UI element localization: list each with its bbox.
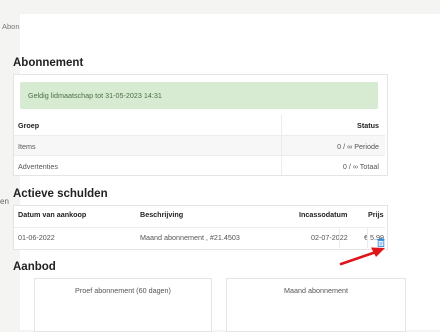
debt-row: 01-06-2022 Maand abonnement , #21.4503 0… — [14, 227, 385, 248]
subscription-table-header: Groep Status — [14, 115, 385, 135]
group-column-header: Groep — [18, 120, 40, 130]
subscription-row-status: 0 / ∞ Totaal — [342, 161, 379, 171]
description-header: Beschrijving — [140, 210, 184, 219]
red-arrow-annotation — [338, 244, 388, 273]
subscription-row: Items 0 / ∞ Periode — [14, 135, 385, 156]
plan-label: Maand abonnement — [284, 286, 348, 295]
trash-icon[interactable] — [377, 234, 385, 248]
subscription-row: Advertenties 0 / ∞ Totaal — [14, 155, 385, 176]
subscription-heading: Abonnement — [13, 57, 84, 69]
purchase-date-header: Datum van aankoop — [18, 210, 87, 219]
membership-alert: Geldig lidmaatschap tot 31-05-2023 14:31 — [20, 82, 378, 109]
status-column-header: Status — [357, 120, 379, 130]
membership-alert-text: Geldig lidmaatschap tot 31-05-2023 14:31 — [28, 91, 162, 100]
column-divider — [281, 115, 282, 175]
sidebar-fragment[interactable]: en — [0, 197, 9, 206]
debt-purchase-date: 01-06-2022 — [18, 233, 55, 242]
plan-card[interactable]: Proef abonnement (60 dagen) — [34, 278, 212, 332]
plan-card[interactable]: Maand abonnement — [226, 278, 406, 332]
debts-heading: Actieve schulden — [13, 188, 108, 200]
subscription-row-status: 0 / ∞ Periode — [337, 141, 379, 151]
top-bar — [0, 0, 440, 14]
collection-date-header: Incassodatum — [299, 210, 348, 219]
plan-label: Proef abonnement (60 dagen) — [75, 286, 171, 295]
subscription-row-label: Advertenties — [18, 161, 58, 171]
debt-description: Maand abonnement , #21.4503 — [140, 233, 240, 242]
subscription-row-label: Items — [18, 141, 36, 151]
offer-heading: Aanbod — [13, 261, 56, 273]
debts-table-header: Datum van aankoop Beschrijving Incassoda… — [14, 205, 385, 225]
price-header: Prijs — [368, 210, 384, 219]
